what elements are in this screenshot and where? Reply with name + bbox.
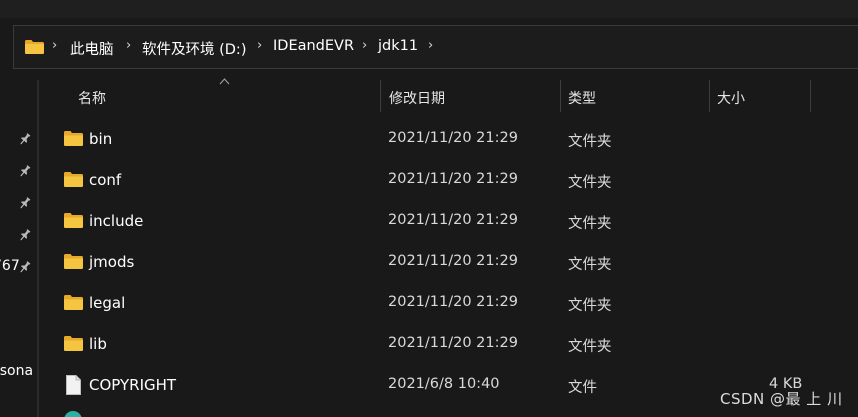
file-modified: 2021/11/20 21:29	[388, 253, 518, 269]
file-type: 文件夹	[568, 216, 612, 232]
folder-icon	[64, 213, 83, 228]
chevron-right-icon[interactable]: ›	[257, 38, 262, 53]
file-row[interactable]: legal 2021/11/20 21:29 文件夹	[40, 283, 858, 324]
file-modified: 2021/11/20 21:29	[388, 335, 518, 351]
file-name[interactable]: legal	[89, 294, 125, 312]
column-separator[interactable]	[380, 80, 381, 112]
nav-item-label-fragment[interactable]: 767	[0, 258, 20, 274]
file-row[interactable]: include 2021/11/20 21:29 文件夹	[40, 201, 858, 242]
file-modified: 2021/11/20 21:29	[388, 294, 518, 310]
file-row[interactable]: bin 2021/11/20 21:29 文件夹	[40, 119, 858, 160]
chevron-right-icon[interactable]: ›	[126, 38, 131, 53]
column-header-type[interactable]: 类型	[568, 88, 596, 108]
file-icon	[66, 375, 81, 395]
file-modified: 2021/11/20 21:29	[388, 171, 518, 187]
file-name[interactable]: jmods	[89, 253, 134, 271]
folder-icon	[64, 172, 83, 187]
folder-icon	[25, 40, 44, 54]
pin-icon[interactable]	[18, 196, 32, 210]
file-modified: 2021/6/8 10:40	[388, 376, 500, 392]
file-type: 文件	[568, 380, 597, 396]
pin-icon[interactable]	[18, 164, 32, 178]
partial-file-icon	[64, 411, 82, 417]
column-header-size[interactable]: 大小	[717, 88, 745, 108]
file-type: 文件夹	[568, 134, 612, 150]
pin-icon[interactable]	[18, 132, 32, 146]
file-name[interactable]: COPYRIGHT	[89, 376, 176, 394]
chevron-right-icon[interactable]: ›	[428, 38, 433, 53]
file-row[interactable]: lib 2021/11/20 21:29 文件夹	[40, 324, 858, 365]
file-type: 文件夹	[568, 257, 612, 273]
column-header-name[interactable]: 名称	[78, 88, 106, 108]
chevron-right-icon[interactable]: ›	[362, 38, 367, 53]
sort-ascending-icon	[219, 78, 230, 85]
column-separator[interactable]	[560, 80, 561, 112]
file-row[interactable]: conf 2021/11/20 21:29 文件夹	[40, 160, 858, 201]
breadcrumb-jdk11[interactable]: jdk11	[378, 38, 418, 54]
nav-item-label-fragment[interactable]: rsona	[0, 363, 33, 379]
file-name[interactable]: bin	[89, 130, 112, 148]
watermark: CSDN @最 上 川	[720, 390, 843, 408]
address-bar[interactable]: › 此电脑 › 软件及环境 (D:) › IDEandEVR › jdk11 ›	[13, 25, 858, 69]
file-type: 文件夹	[568, 298, 612, 314]
file-modified: 2021/11/20 21:29	[388, 212, 518, 228]
folder-icon	[64, 336, 83, 351]
column-separator[interactable]	[709, 80, 710, 112]
folder-icon	[64, 254, 83, 269]
file-modified: 2021/11/20 21:29	[388, 130, 518, 146]
column-header-modified[interactable]: 修改日期	[389, 88, 445, 108]
file-row[interactable]: jmods 2021/11/20 21:29 文件夹	[40, 242, 858, 283]
file-name[interactable]: include	[89, 212, 143, 230]
pin-icon[interactable]	[18, 260, 32, 274]
file-name[interactable]: conf	[89, 171, 121, 189]
breadcrumb-ideandevr[interactable]: IDEandEVR	[273, 38, 354, 54]
breadcrumb-drive-d[interactable]: 软件及环境 (D:)	[142, 38, 246, 59]
pane-divider[interactable]	[37, 80, 39, 417]
file-type: 文件夹	[568, 339, 612, 355]
title-strip	[0, 0, 858, 18]
folder-icon	[64, 131, 83, 146]
breadcrumb-this-pc[interactable]: 此电脑	[70, 38, 114, 59]
file-name[interactable]: lib	[89, 335, 107, 353]
file-explorer-window: › 此电脑 › 软件及环境 (D:) › IDEandEVR › jdk11 ›…	[0, 0, 858, 417]
chevron-right-icon[interactable]: ›	[52, 38, 57, 53]
pin-icon[interactable]	[18, 228, 32, 242]
folder-icon	[64, 295, 83, 310]
column-separator[interactable]	[810, 80, 811, 112]
file-type: 文件夹	[568, 175, 612, 191]
